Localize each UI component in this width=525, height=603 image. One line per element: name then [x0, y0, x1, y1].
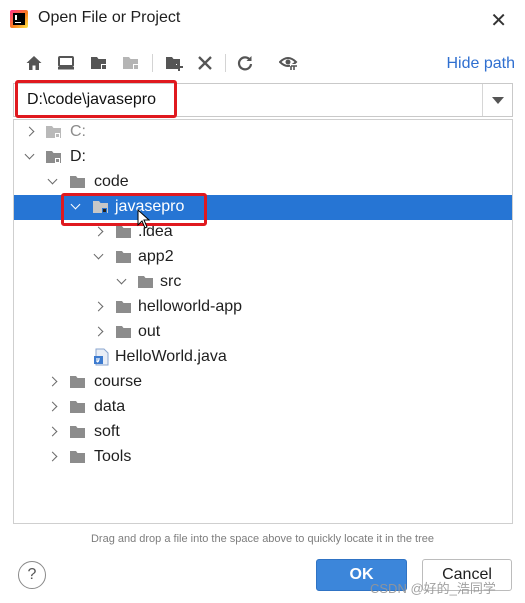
drive-icon: [45, 149, 62, 164]
chevron-down-icon[interactable]: [93, 251, 105, 263]
tree-node-label: C:: [70, 123, 86, 140]
ok-button[interactable]: OK: [316, 559, 407, 591]
tree-node-label: src: [160, 273, 182, 290]
drag-drop-hint: Drag and drop a file into the space abov…: [90, 533, 435, 545]
folder-icon: [115, 224, 132, 239]
tree-node-label: helloworld-app: [138, 298, 243, 315]
new-folder-icon[interactable]: [164, 53, 184, 73]
folder-icon: [115, 249, 132, 264]
folder-icon: [69, 399, 86, 414]
tree-node-data[interactable]: data: [14, 395, 512, 420]
chevron-right-icon[interactable]: [93, 226, 105, 238]
home-icon[interactable]: [24, 53, 44, 73]
title-bar: Open File or Project ✕: [0, 0, 525, 40]
folder-icon: [69, 449, 86, 464]
tree-node-code[interactable]: code: [14, 170, 512, 195]
toolbar-separator: [225, 54, 226, 72]
tree-node-out[interactable]: out: [14, 320, 512, 345]
chevron-down-icon[interactable]: [47, 176, 59, 188]
show-hidden-icon[interactable]: [279, 53, 299, 73]
tree-node-label: course: [94, 373, 143, 390]
chevron-right-icon[interactable]: [47, 376, 59, 388]
tree-node-soft[interactable]: soft: [14, 420, 512, 445]
module-folder-icon[interactable]: [121, 53, 141, 73]
cancel-button[interactable]: Cancel: [422, 559, 512, 591]
file-tree[interactable]: C: D: code javasepro .idea app2 src hell…: [13, 119, 513, 524]
tree-node-label: HelloWorld.java: [115, 348, 227, 365]
tree-node-app2[interactable]: app2: [14, 245, 512, 270]
tree-node-course[interactable]: course: [14, 370, 512, 395]
path-history-dropdown-button[interactable]: [482, 84, 512, 116]
chevron-right-icon[interactable]: [47, 401, 59, 413]
chevron-right-icon[interactable]: [93, 301, 105, 313]
tree-node-label: Tools: [94, 448, 132, 465]
tree-node-label: code: [94, 173, 129, 190]
chevron-right-icon[interactable]: [24, 126, 36, 138]
path-input-value: D:\code\javasepro: [27, 91, 156, 108]
tree-node-label: D:: [70, 148, 86, 165]
chevron-down-icon[interactable]: [70, 201, 82, 213]
drive-icon: [45, 124, 62, 139]
folder-icon: [115, 324, 132, 339]
path-field: D:\code\javasepro: [13, 83, 513, 117]
intellij-logo-icon: [10, 10, 28, 28]
folder-icon: [69, 174, 86, 189]
tree-node-idea[interactable]: .idea: [14, 220, 512, 245]
chevron-down-icon[interactable]: [116, 276, 128, 288]
tree-node-d-drive[interactable]: D:: [14, 145, 512, 170]
help-button[interactable]: ?: [18, 561, 46, 589]
tree-node-tools[interactable]: Tools: [14, 445, 512, 470]
path-input[interactable]: D:\code\javasepro: [13, 83, 513, 117]
tree-node-helloworld-java[interactable]: HelloWorld.java: [14, 345, 512, 370]
chevron-down-icon[interactable]: [24, 151, 36, 163]
desktop-icon[interactable]: [56, 53, 76, 73]
hide-path-link[interactable]: Hide path: [447, 55, 516, 73]
toolbar: Hide path: [0, 50, 525, 78]
java-file-icon: [93, 348, 110, 366]
toolbar-separator: [152, 54, 153, 72]
delete-icon[interactable]: [195, 53, 215, 73]
tree-node-c-drive[interactable]: C:: [14, 120, 512, 145]
close-icon[interactable]: ✕: [490, 8, 507, 33]
chevron-right-icon[interactable]: [47, 451, 59, 463]
tree-node-label: out: [138, 323, 161, 340]
tree-node-helloworld-app[interactable]: helloworld-app: [14, 295, 512, 320]
tree-node-label: javasepro: [115, 198, 185, 215]
module-folder-icon: [92, 199, 109, 214]
folder-icon: [69, 424, 86, 439]
project-folder-icon[interactable]: [89, 53, 109, 73]
tree-node-label: data: [94, 398, 126, 415]
folder-icon: [69, 374, 86, 389]
chevron-right-icon[interactable]: [47, 426, 59, 438]
folder-icon: [115, 299, 132, 314]
tree-node-label: app2: [138, 248, 174, 265]
chevron-right-icon[interactable]: [93, 326, 105, 338]
tree-node-label: soft: [94, 423, 120, 440]
tree-node-label: .idea: [138, 223, 173, 240]
refresh-icon[interactable]: [235, 53, 255, 73]
dialog-title: Open File or Project: [38, 9, 181, 26]
folder-icon: [137, 274, 154, 289]
tree-node-src[interactable]: src: [14, 270, 512, 295]
tree-node-javasepro[interactable]: javasepro: [14, 195, 512, 220]
